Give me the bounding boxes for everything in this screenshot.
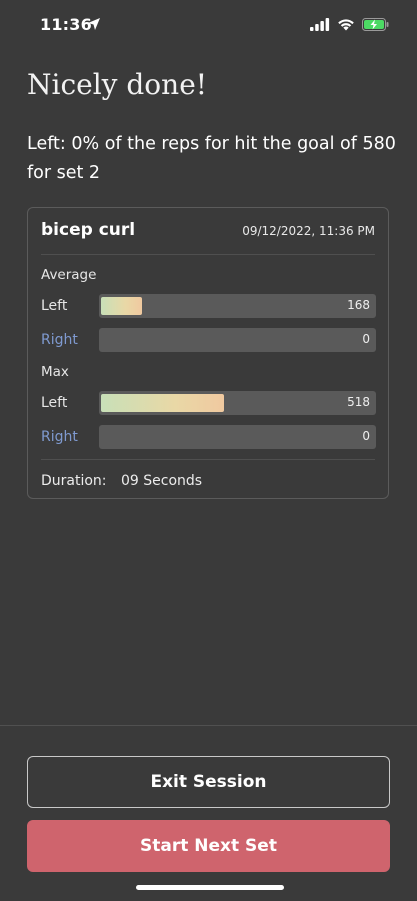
set-summary-card: bicep curl 09/12/2022, 11:36 PM Average …: [27, 207, 389, 499]
wifi-icon: [337, 16, 355, 35]
status-bar: 11:36: [0, 0, 417, 50]
duration: Duration: 09 Seconds: [41, 473, 202, 489]
goal-message: Left: 0% of the reps for hit the goal of…: [27, 134, 396, 183]
status-time: 11:36: [40, 15, 92, 34]
exit-session-button[interactable]: Exit Session: [27, 756, 390, 808]
page-title: Nicely done!: [27, 68, 208, 101]
cellular-signal-icon: [310, 16, 330, 35]
max-right-label: Right: [41, 429, 78, 445]
average-left-bar: 168: [99, 294, 376, 318]
battery-charging-icon: [362, 16, 389, 35]
home-indicator[interactable]: [136, 885, 284, 890]
max-right-value: 0: [362, 429, 370, 443]
max-right-bar: 0: [99, 425, 376, 449]
duration-value: 09 Seconds: [120, 473, 203, 489]
max-left-bar-fill: [101, 394, 224, 412]
divider: [41, 459, 375, 460]
average-left-label: Left: [41, 298, 68, 314]
location-arrow-icon: [87, 16, 101, 35]
average-label: Average: [41, 267, 97, 283]
average-right-value: 0: [362, 332, 370, 346]
exercise-name: bicep curl: [41, 220, 136, 240]
max-label: Max: [41, 364, 69, 380]
average-right-bar: 0: [99, 328, 376, 352]
max-left-value: 518: [347, 395, 370, 409]
max-left-label: Left: [41, 395, 68, 411]
duration-label: Duration:: [41, 473, 107, 489]
set-datetime: 09/12/2022, 11:36 PM: [242, 224, 375, 238]
max-left-bar: 518: [99, 391, 376, 415]
divider: [41, 254, 375, 255]
action-panel: Exit Session Start Next Set: [0, 725, 417, 901]
start-next-set-button[interactable]: Start Next Set: [27, 820, 390, 872]
average-left-bar-fill: [101, 297, 142, 315]
average-left-value: 168: [347, 298, 370, 312]
average-right-label: Right: [41, 332, 78, 348]
